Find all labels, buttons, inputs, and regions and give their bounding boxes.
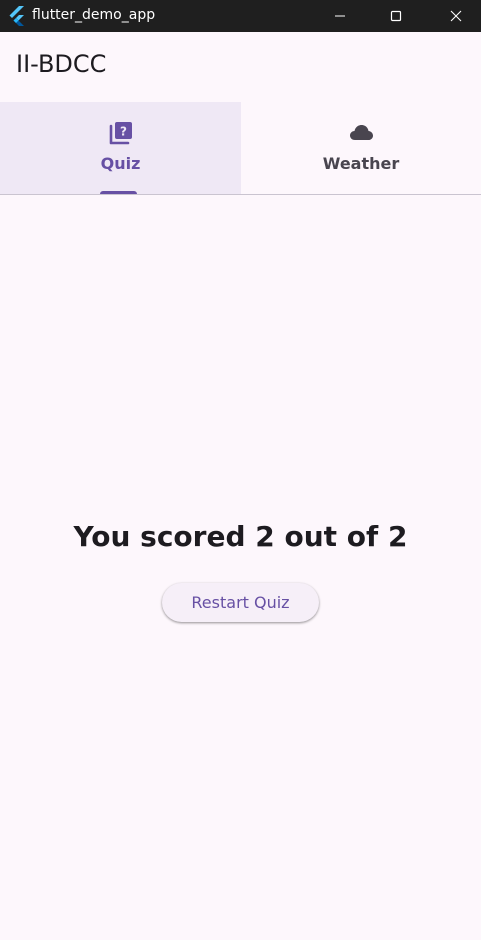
svg-text:?: ? (120, 125, 127, 139)
score-result-text: You scored 2 out of 2 (73, 520, 408, 553)
minimize-button[interactable] (317, 0, 363, 32)
app-bar: II-BDCC (0, 32, 481, 102)
app-title: II-BDCC (16, 50, 107, 78)
quiz-result-panel: You scored 2 out of 2 Restart Quiz (0, 195, 481, 940)
tab-weather[interactable]: Weather (241, 102, 481, 194)
selected-tab-indicator (100, 191, 137, 194)
maximize-button[interactable] (373, 0, 419, 32)
minimize-icon (335, 15, 345, 17)
window-title: flutter_demo_app (32, 7, 156, 23)
cloud-icon (350, 125, 373, 140)
window-titlebar: flutter_demo_app (0, 0, 481, 32)
flutter-logo-icon (9, 6, 24, 26)
restart-quiz-button[interactable]: Restart Quiz (162, 583, 319, 622)
tab-quiz[interactable]: ? Quiz (0, 102, 241, 194)
tab-bar: ? Quiz Weather (0, 102, 481, 195)
quiz-icon: ? (109, 122, 132, 145)
tab-weather-label: Weather (322, 154, 400, 173)
tab-quiz-label: Quiz (100, 154, 141, 173)
close-icon (450, 10, 462, 22)
close-button[interactable] (433, 0, 479, 32)
maximize-icon (390, 10, 402, 22)
